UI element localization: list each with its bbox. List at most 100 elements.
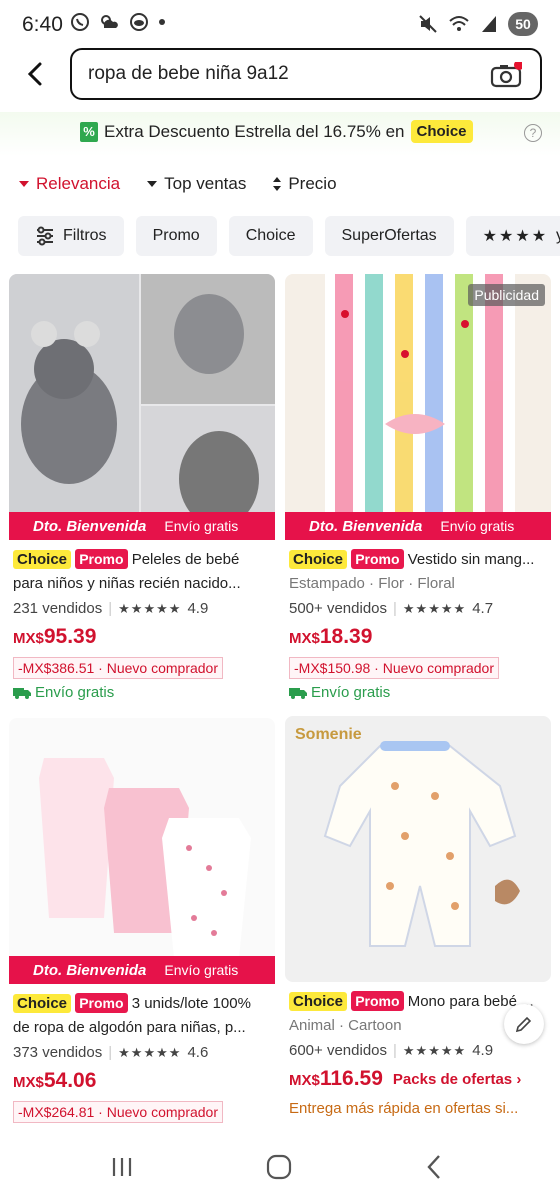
rating-stars-icon: ★★★★★ (402, 1043, 467, 1058)
discount-amount: -MX$264.81 (18, 1104, 95, 1120)
banner-text: Extra Descuento Estrella del 16.75% en (104, 121, 405, 141)
free-shipping: Envío gratis (289, 679, 551, 707)
signal-icon (482, 16, 496, 32)
product-price: MX$95.39 (13, 621, 275, 655)
sort-label: Relevancia (36, 174, 121, 193)
chip-filtros[interactable]: Filtros (18, 216, 124, 256)
rating-stars-icon: ★★★★★ (402, 601, 467, 616)
sold-count: 500+ vendidos (289, 600, 387, 617)
pencil-icon (515, 1016, 532, 1033)
truck-icon (13, 688, 31, 699)
chip-promo[interactable]: Promo (135, 216, 217, 256)
whatsapp-icon (71, 13, 89, 31)
product-title[interactable]: Choice Promo Peleles de bebé (13, 548, 275, 571)
pack-offers-link[interactable]: Packs de ofertas › (393, 1064, 521, 1096)
discount-tag: -MX$386.51 · Nuevo comprador (13, 657, 224, 679)
product-title[interactable]: Choice Promo Vestido sin mang... (289, 548, 551, 571)
percent-icon: % (80, 121, 98, 142)
notification-icons (70, 12, 166, 32)
system-nav-bar (0, 1136, 560, 1200)
product-price: MX$18.39 (289, 621, 551, 655)
nav-back-icon[interactable] (424, 1154, 444, 1180)
wifi-icon (449, 16, 469, 31)
price-value: 95.39 (43, 625, 97, 648)
sold-count: 231 vendidos (13, 600, 103, 617)
sort-bar: Relevancia Top ventas Precio (18, 174, 337, 194)
sort-label: Top ventas (164, 174, 247, 193)
price-value: 116.59 (319, 1067, 383, 1090)
chip-label: y (556, 227, 560, 245)
promo-banner[interactable]: % Extra Descuento Estrella del 16.75% en… (0, 112, 560, 156)
edit-fab-button[interactable] (504, 1004, 544, 1044)
sort-updown-icon (273, 177, 282, 191)
fast-delivery-note: Entrega más rápida en ofertas si... (289, 1100, 519, 1117)
currency: MX$ (13, 630, 44, 647)
filter-chips: Filtros Promo Choice SuperOfertas ★★★★ y (18, 216, 560, 256)
chip-choice[interactable]: Choice (228, 216, 313, 256)
choice-badge: Choice (289, 992, 348, 1011)
chip-superofertas[interactable]: SuperOfertas (324, 216, 454, 256)
product-image[interactable] (9, 718, 275, 984)
shipping-text: Envío gratis (311, 684, 391, 701)
help-icon[interactable]: ? (524, 124, 542, 142)
product-title[interactable]: Choice Promo 3 unids/lote 100% (13, 992, 275, 1015)
back-arrow-icon[interactable] (22, 60, 50, 88)
weather-icon (101, 15, 118, 28)
ad-label: Publicidad (468, 284, 545, 306)
sort-precio[interactable]: Precio (272, 174, 337, 194)
rating-value: 4.7 (472, 600, 494, 617)
product-title-line2[interactable]: para niños y niñas recién nacido... (13, 571, 275, 597)
product-image[interactable] (9, 274, 275, 540)
dto-title: Dto. Bienvenida (309, 517, 423, 535)
stars-icon: ★★★★ (482, 228, 549, 245)
buyer-type: Nuevo comprador (382, 660, 495, 676)
price-value: 18.39 (319, 625, 373, 648)
pack-label: Packs de ofertas (392, 1071, 513, 1088)
dto-shipping: Envío gratis (164, 518, 239, 534)
home-icon[interactable] (266, 1154, 292, 1180)
dot-icon (159, 19, 165, 25)
sold-count: 373 vendidos (13, 1044, 103, 1061)
welcome-discount-bar: Dto. Bienvenida Envío gratis (9, 956, 275, 984)
chip-label: Choice (245, 227, 296, 244)
product-image[interactable]: Publicidad (285, 274, 551, 540)
product-attributes: Estampado · Flor · Floral (289, 575, 455, 592)
sales-rating: 373 vendidos | ★★★★★ 4.6 (13, 1041, 275, 1065)
system-icons: 50 (418, 12, 538, 36)
rating-stars-icon: ★★★★★ (118, 1045, 182, 1060)
status-bar: 6:40 50 (0, 0, 560, 50)
buyer-type: Nuevo comprador (106, 660, 219, 676)
shipping-text: Envío gratis (35, 684, 115, 701)
sold-count: 600+ vendidos (289, 1042, 387, 1059)
sort-relevancia[interactable]: Relevancia (18, 174, 120, 194)
promo-badge: Promo (75, 549, 128, 569)
buyer-type: Nuevo comprador (106, 1104, 219, 1120)
choice-badge: Choice (13, 994, 72, 1013)
free-shipping: Envío gratis (13, 679, 275, 707)
title-text: Vestido sin mang... (407, 551, 535, 568)
product-image[interactable]: Somenie (285, 716, 551, 982)
status-time: 6:40 (22, 13, 63, 36)
rating-value: 4.6 (187, 1044, 209, 1061)
promo-badge: Promo (75, 993, 128, 1013)
camera-search-icon[interactable] (490, 62, 522, 88)
chip-stars[interactable]: ★★★★ y (465, 216, 560, 256)
dto-shipping: Envío gratis (440, 518, 515, 534)
recent-apps-icon[interactable] (110, 1156, 134, 1178)
dto-title: Dto. Bienvenida (33, 961, 147, 979)
search-query: ropa de bebe niña 9a12 (88, 63, 289, 84)
sort-top-ventas[interactable]: Top ventas (146, 174, 246, 194)
truck-icon (289, 688, 307, 699)
chip-label: Promo (152, 227, 200, 244)
sort-label: Precio (288, 174, 337, 193)
product-price: MX$116.59 Packs de ofertas › (289, 1063, 551, 1097)
chip-label: Filtros (63, 227, 107, 244)
search-input[interactable]: ropa de bebe niña 9a12 (70, 48, 542, 100)
banner-choice-badge: Choice (410, 120, 473, 143)
currency: MX$ (289, 1072, 320, 1089)
filter-sliders-icon (37, 226, 53, 246)
product-price: MX$54.06 (13, 1065, 275, 1099)
sales-rating: 231 vendidos | ★★★★★ 4.9 (13, 597, 275, 621)
sales-rating: 600+ vendidos | ★★★★★ 4.9 (289, 1039, 551, 1063)
product-title-line2[interactable]: de ropa de algodón para niñas, p... (13, 1015, 275, 1041)
